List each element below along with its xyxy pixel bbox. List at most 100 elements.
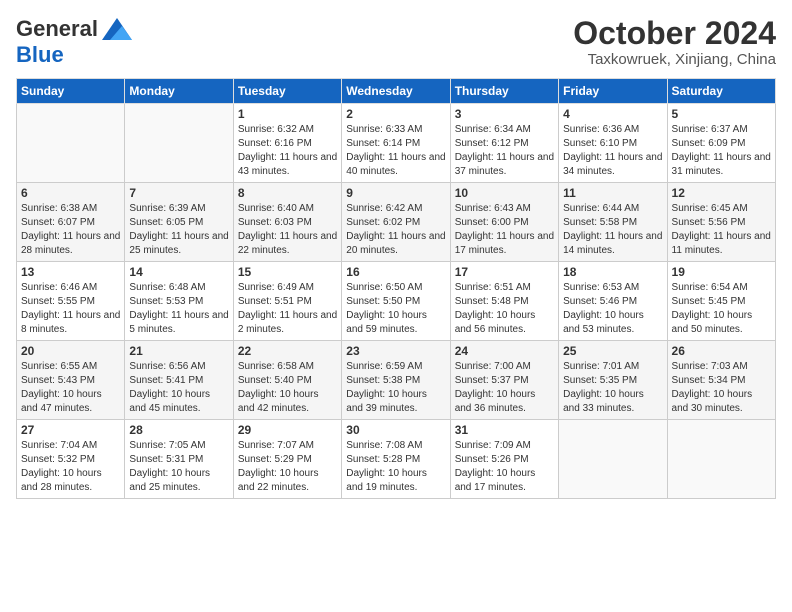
day-info: Sunrise: 6:58 AMSunset: 5:40 PMDaylight:… [238,360,337,416]
day-number: 20 [21,344,120,358]
day-info: Sunrise: 6:48 AMSunset: 5:53 PMDaylight:… [129,281,228,337]
day-number: 19 [672,265,771,279]
day-number: 11 [563,186,662,200]
calendar-cell: 2Sunrise: 6:33 AMSunset: 6:14 PMDaylight… [342,104,450,183]
calendar-cell: 28 Sunrise: 7:05 AMSunset: 5:31 PMDayligh… [125,420,233,499]
day-number: 25 [563,344,662,358]
location: Taxkowruek, Xinjiang, China [573,51,776,68]
calendar-week-row: 6Sunrise: 6:38 AMSunset: 6:07 PMDaylight… [17,183,776,262]
day-number: 15 [238,265,337,279]
day-number: 22 [238,344,337,358]
calendar-cell: 19 Sunrise: 6:54 AMSunset: 5:45 PMDayligh… [667,262,775,341]
header-saturday: Saturday [667,79,775,104]
day-info: Sunrise: 6:42 AMSunset: 6:02 PMDaylight:… [346,202,445,258]
day-info: Sunrise: 6:39 AMSunset: 6:05 PMDaylight:… [129,202,228,258]
calendar-cell [125,104,233,183]
day-info: Sunrise: 6:34 AMSunset: 6:12 PMDaylight:… [455,123,554,179]
day-info: Sunrise: 6:53 AMSunset: 5:46 PMDaylight:… [563,281,662,337]
logo-icon [102,18,132,40]
calendar-cell: 25 Sunrise: 7:01 AMSunset: 5:35 PMDayligh… [559,341,667,420]
calendar-cell: 15 Sunrise: 6:49 AMSunset: 5:51 PMDayligh… [233,262,341,341]
calendar-cell: 26 Sunrise: 7:03 AMSunset: 5:34 PMDayligh… [667,341,775,420]
title-section: October 2024 Taxkowruek, Xinjiang, China [573,16,776,68]
day-info: Sunrise: 6:46 AMSunset: 5:55 PMDaylight:… [21,281,120,337]
day-info: Sunrise: 6:44 AMSunset: 5:58 PMDaylight:… [563,202,662,258]
day-number: 28 [129,423,228,437]
calendar-cell: 13 Sunrise: 6:46 AMSunset: 5:55 PMDayligh… [17,262,125,341]
calendar-cell: 4 Sunrise: 6:36 AMSunset: 6:10 PMDaylight… [559,104,667,183]
header-monday: Monday [125,79,233,104]
day-info: Sunrise: 6:59 AMSunset: 5:38 PMDaylight:… [346,360,445,416]
day-info: Sunrise: 6:49 AMSunset: 5:51 PMDaylight:… [238,281,337,337]
day-info: Sunrise: 6:51 AMSunset: 5:48 PMDaylight:… [455,281,554,337]
day-number: 21 [129,344,228,358]
day-number: 9 [346,186,445,200]
day-info: Sunrise: 7:01 AMSunset: 5:35 PMDaylight:… [563,360,662,416]
calendar-cell: 27Sunrise: 7:04 AMSunset: 5:32 PMDayligh… [17,420,125,499]
day-info: Sunrise: 7:03 AMSunset: 5:34 PMDaylight:… [672,360,771,416]
header-friday: Friday [559,79,667,104]
day-info: Sunrise: 7:07 AMSunset: 5:29 PMDaylight:… [238,439,337,495]
calendar-cell: 12Sunrise: 6:45 AMSunset: 5:56 PMDayligh… [667,183,775,262]
day-info: Sunrise: 6:56 AMSunset: 5:41 PMDaylight:… [129,360,228,416]
day-info: Sunrise: 6:54 AMSunset: 5:45 PMDaylight:… [672,281,771,337]
day-number: 31 [455,423,554,437]
day-number: 3 [455,107,554,121]
header-sunday: Sunday [17,79,125,104]
calendar-cell: 21 Sunrise: 6:56 AMSunset: 5:41 PMDayligh… [125,341,233,420]
calendar-cell: 6Sunrise: 6:38 AMSunset: 6:07 PMDaylight… [17,183,125,262]
calendar-cell: 3 Sunrise: 6:34 AMSunset: 6:12 PMDaylight… [450,104,558,183]
month-title: October 2024 [573,16,776,51]
calendar-cell: 30 Sunrise: 7:08 AMSunset: 5:28 PMDayligh… [342,420,450,499]
logo: General Blue [16,16,132,68]
day-info: Sunrise: 6:32 AMSunset: 6:16 PMDaylight:… [238,123,337,179]
calendar-cell: 10Sunrise: 6:43 AMSunset: 6:00 PMDayligh… [450,183,558,262]
day-info: Sunrise: 7:00 AMSunset: 5:37 PMDaylight:… [455,360,554,416]
day-number: 26 [672,344,771,358]
calendar-week-row: 13 Sunrise: 6:46 AMSunset: 5:55 PMDayligh… [17,262,776,341]
day-number: 1 [238,107,337,121]
calendar-cell [559,420,667,499]
calendar-cell: 29Sunrise: 7:07 AMSunset: 5:29 PMDayligh… [233,420,341,499]
day-number: 5 [672,107,771,121]
day-info: Sunrise: 6:45 AMSunset: 5:56 PMDaylight:… [672,202,771,258]
day-number: 7 [129,186,228,200]
calendar-cell: 14 Sunrise: 6:48 AMSunset: 5:53 PMDayligh… [125,262,233,341]
day-number: 18 [563,265,662,279]
calendar-cell: 24 Sunrise: 7:00 AMSunset: 5:37 PMDayligh… [450,341,558,420]
day-info: Sunrise: 7:09 AMSunset: 5:26 PMDaylight:… [455,439,554,495]
day-info: Sunrise: 6:37 AMSunset: 6:09 PMDaylight:… [672,123,771,179]
calendar-cell: 16Sunrise: 6:50 AMSunset: 5:50 PMDayligh… [342,262,450,341]
day-info: Sunrise: 6:36 AMSunset: 6:10 PMDaylight:… [563,123,662,179]
calendar-cell: 22 Sunrise: 6:58 AMSunset: 5:40 PMDayligh… [233,341,341,420]
day-number: 23 [346,344,445,358]
day-number: 6 [21,186,120,200]
calendar-header-row: SundayMondayTuesdayWednesdayThursdayFrid… [17,79,776,104]
header-tuesday: Tuesday [233,79,341,104]
calendar-table: SundayMondayTuesdayWednesdayThursdayFrid… [16,78,776,499]
calendar-cell: 7 Sunrise: 6:39 AMSunset: 6:05 PMDaylight… [125,183,233,262]
day-number: 14 [129,265,228,279]
calendar-cell [17,104,125,183]
day-info: Sunrise: 7:05 AMSunset: 5:31 PMDaylight:… [129,439,228,495]
calendar-cell: 5 Sunrise: 6:37 AMSunset: 6:09 PMDaylight… [667,104,775,183]
day-info: Sunrise: 6:40 AMSunset: 6:03 PMDaylight:… [238,202,337,258]
day-number: 10 [455,186,554,200]
calendar-week-row: 1 Sunrise: 6:32 AMSunset: 6:16 PMDaylight… [17,104,776,183]
day-info: Sunrise: 7:08 AMSunset: 5:28 PMDaylight:… [346,439,445,495]
day-info: Sunrise: 6:33 AMSunset: 6:14 PMDaylight:… [346,123,445,179]
logo-blue: Blue [16,42,64,67]
day-number: 24 [455,344,554,358]
calendar-cell: 18 Sunrise: 6:53 AMSunset: 5:46 PMDayligh… [559,262,667,341]
day-number: 4 [563,107,662,121]
calendar-week-row: 27Sunrise: 7:04 AMSunset: 5:32 PMDayligh… [17,420,776,499]
day-number: 13 [21,265,120,279]
calendar-cell: 31 Sunrise: 7:09 AMSunset: 5:26 PMDayligh… [450,420,558,499]
day-number: 17 [455,265,554,279]
calendar-week-row: 20 Sunrise: 6:55 AMSunset: 5:43 PMDayligh… [17,341,776,420]
day-number: 30 [346,423,445,437]
header-thursday: Thursday [450,79,558,104]
calendar-cell: 20 Sunrise: 6:55 AMSunset: 5:43 PMDayligh… [17,341,125,420]
calendar-cell: 17 Sunrise: 6:51 AMSunset: 5:48 PMDayligh… [450,262,558,341]
day-info: Sunrise: 6:55 AMSunset: 5:43 PMDaylight:… [21,360,120,416]
